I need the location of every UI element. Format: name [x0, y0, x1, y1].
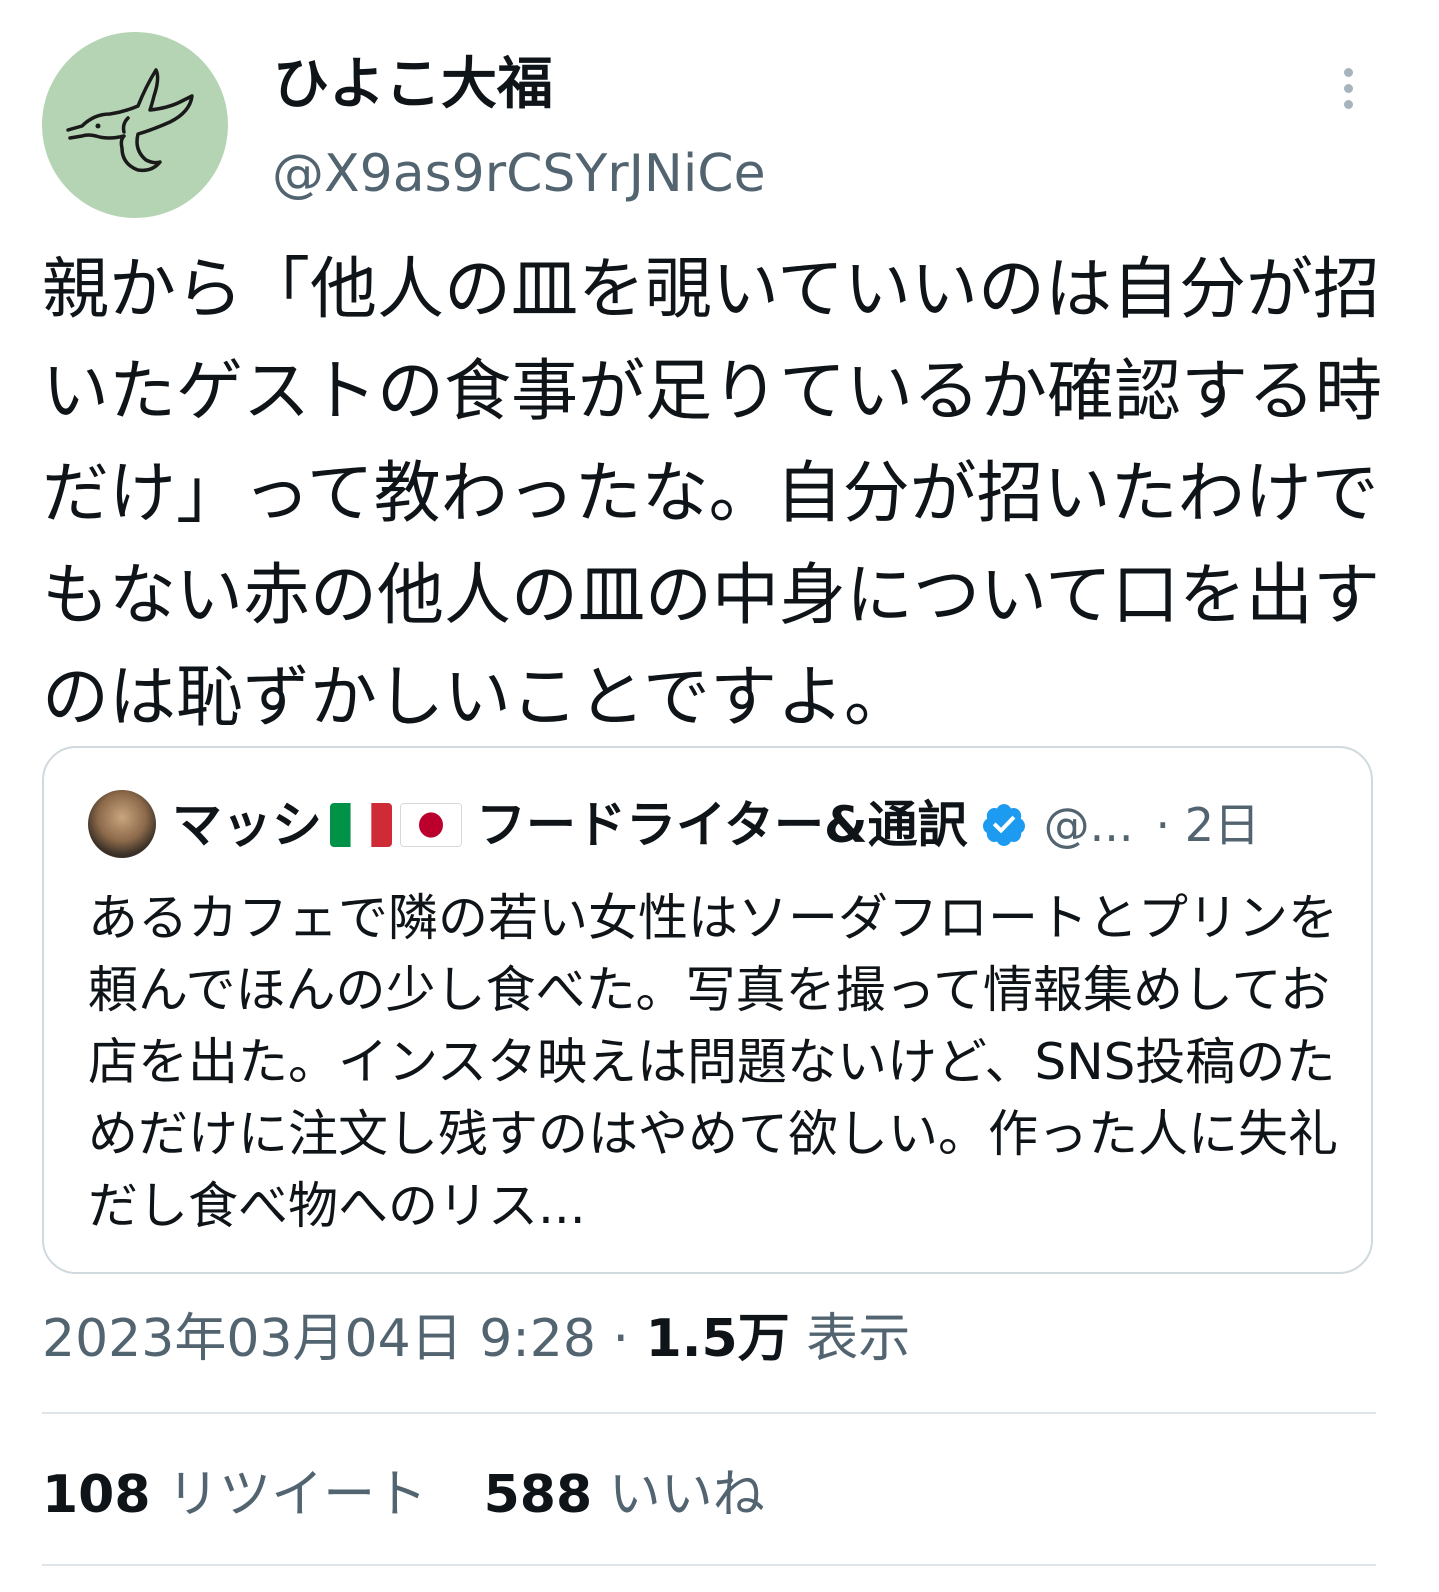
quoted-author-name[interactable]: マッシ [172, 792, 322, 858]
dot [1343, 67, 1353, 77]
verified-badge-icon [982, 804, 1025, 846]
japan-flag-icon [400, 803, 462, 847]
divider [42, 1564, 1376, 1566]
retweets-label: リツイート [167, 1465, 428, 1525]
likes-count: 588 [483, 1465, 593, 1525]
more-options-icon[interactable] [1328, 58, 1368, 118]
author-display-name[interactable]: ひよこ大福 [273, 50, 553, 120]
tweet-timestamp[interactable]: 2023年03月04日 9:28 [42, 1309, 596, 1369]
quoted-tweet-card[interactable]: マッシ フードライター&通訳 @... · 2日 あるカフェで隣の若い女性はソー… [42, 746, 1373, 1274]
author-handle[interactable]: @X9as9rCSYrJNiCe [272, 142, 766, 206]
engagement-stats: 108 リツイート 588 いいね [42, 1460, 765, 1530]
dot [1343, 83, 1353, 93]
meta-separator: · [612, 1309, 630, 1369]
author-avatar[interactable] [42, 32, 228, 218]
views-count: 1.5万 [645, 1309, 790, 1369]
retweets-stat[interactable]: 108 リツイート [42, 1460, 427, 1530]
quoted-author-handle[interactable]: @... [1044, 792, 1134, 858]
likes-label: いいね [608, 1465, 765, 1525]
quoted-tweet-header: マッシ フードライター&通訳 @... · 2日 [172, 792, 1260, 858]
dot [1343, 99, 1353, 109]
italy-flag-icon [330, 803, 392, 847]
quoted-author-avatar[interactable] [88, 790, 156, 858]
quoted-tweet-time[interactable]: · 2日 [1155, 792, 1260, 858]
tweet-detail: ひよこ大福 @X9as9rCSYrJNiCe 親から「他人の皿を覗いていいのは自… [0, 0, 1439, 1592]
quoted-author-name-suffix[interactable]: フードライター&通訳 [476, 792, 968, 858]
views-label: 表示 [806, 1309, 911, 1369]
quoted-tweet-text: あるカフェで隣の若い女性はソーダフロートとプリンを頼んでほんの少し食べた。写真を… [88, 889, 1338, 1235]
tweet-text: 親から「他人の皿を覗いていいのは自分が招いたゲストの食事が足りているか確認する時… [42, 250, 1382, 736]
tweet-meta: 2023年03月04日 9:28 · 1.5万 表示 [42, 1304, 910, 1374]
likes-stat[interactable]: 588 いいね [484, 1460, 765, 1530]
bird-drawing-icon [66, 68, 194, 173]
divider [42, 1412, 1376, 1414]
retweets-count: 108 [42, 1465, 151, 1525]
